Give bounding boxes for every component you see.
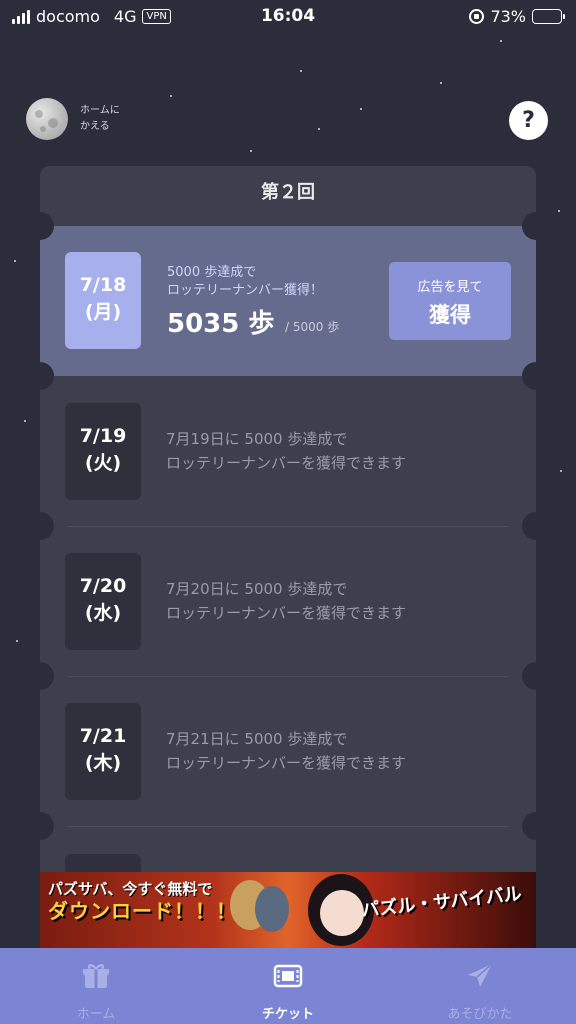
- row-divider: [68, 826, 508, 827]
- claim-label: 獲得: [429, 303, 471, 327]
- tab-label: ホーム: [76, 1007, 116, 1022]
- step-count: 5035 歩: [167, 309, 275, 339]
- ad-logo: パズル・サバイバル: [360, 883, 523, 922]
- banner-ad[interactable]: パズサバ、今すぐ無料で ダウンロード！！！ パズル・サバイバル: [40, 872, 536, 948]
- tab-home[interactable]: ホーム: [0, 948, 192, 1024]
- ad-line1: パズサバ、今すぐ無料で: [48, 880, 213, 898]
- date-label: 7/20: [79, 575, 127, 597]
- help-button[interactable]: ?: [509, 101, 548, 140]
- date-label: 7/18: [79, 274, 127, 296]
- tab-label: チケット: [261, 1007, 314, 1022]
- tab-label: あそびかた: [447, 1007, 513, 1022]
- date-box: 7/21 (木): [65, 703, 141, 800]
- battery-percent: 73%: [490, 7, 526, 26]
- watch-ad-label: 広告を見て: [417, 280, 483, 295]
- ad-character-face: [320, 890, 364, 936]
- date-box: 7/18 (月): [65, 252, 141, 349]
- weekday-label: (火): [84, 452, 122, 474]
- ticket-round-title: 第２回: [261, 182, 315, 203]
- paper-plane-icon: [468, 963, 493, 987]
- watch-ad-claim-button[interactable]: 広告を見て 獲得: [389, 262, 511, 340]
- day-message: 7月21日に 5000 歩達成で ロッテリーナンバーを獲得できます: [166, 730, 407, 772]
- achieve-text: 5000 歩達成で ロッテリーナンバー獲得！: [167, 265, 324, 298]
- weekday-label: (月): [84, 301, 122, 323]
- date-box: 7/20 (水): [65, 553, 141, 650]
- day-row: 7/20 (水) 7月20日に 5000 歩達成で ロッテリーナンバーを獲得でき…: [40, 526, 536, 676]
- tab-bar: ホーム チケット あそびかた: [0, 948, 576, 1024]
- date-label: 7/21: [79, 725, 127, 747]
- date-label: 7/19: [79, 425, 127, 447]
- home-back-label[interactable]: ホームに かえる: [80, 103, 150, 135]
- day-message: 7月19日に 5000 歩達成で ロッテリーナンバーを獲得できます: [166, 430, 407, 472]
- day-row: 7/19 (火) 7月19日に 5000 歩達成で ロッテリーナンバーを獲得でき…: [40, 376, 536, 526]
- date-box: 7/19 (火): [65, 403, 141, 500]
- gift-icon: [83, 964, 109, 988]
- tab-how-to-play[interactable]: あそびかた: [384, 948, 576, 1024]
- day-row: 7/21 (木) 7月21日に 5000 歩達成で ロッテリーナンバーを獲得でき…: [40, 676, 536, 826]
- weekday-label: (木): [84, 752, 122, 774]
- status-bar: docomo 4G VPN 16:04 73%: [0, 0, 576, 34]
- ad-line2: ダウンロード！！！: [48, 899, 237, 923]
- lottery-ticket: 第２回 7/18 (月) 5000 歩達成で ロッテリーナンバー獲得！ 5035…: [40, 166, 536, 886]
- tab-ticket[interactable]: チケット: [192, 948, 384, 1024]
- ticket-icon: [273, 964, 303, 988]
- ad-character-2: [255, 886, 289, 932]
- battery-icon: [532, 9, 565, 24]
- day-message: 7月20日に 5000 歩達成で ロッテリーナンバーを獲得できます: [166, 580, 407, 622]
- day-row-active: 7/18 (月) 5000 歩達成で ロッテリーナンバー獲得！ 5035 歩 /…: [40, 226, 536, 376]
- weekday-label: (水): [84, 602, 122, 624]
- orientation-lock-icon: [469, 9, 485, 24]
- step-goal: / 5000 歩: [285, 320, 340, 334]
- home-back-button[interactable]: [26, 98, 68, 140]
